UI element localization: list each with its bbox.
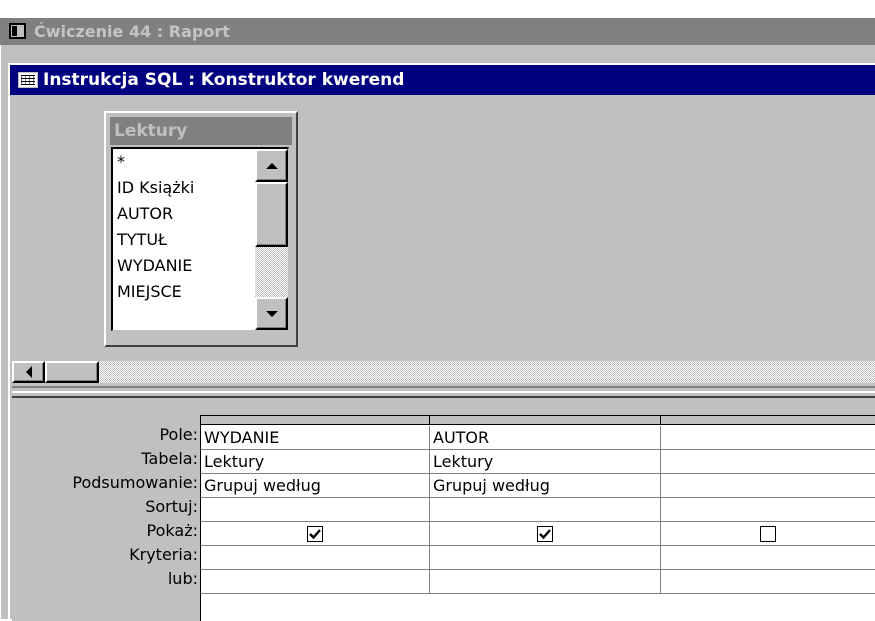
field-list-item[interactable]: MIEJSCE xyxy=(117,281,182,303)
query-designer-window: Instrukcja SQL : Konstruktor kwerend Lek… xyxy=(8,63,875,621)
query-designer-title-bar[interactable]: Instrukcja SQL : Konstruktor kwerend xyxy=(10,65,875,95)
query-grid-pane: Pole: Tabela: Podsumowanie: Sortuj: Pokaż: Kr… xyxy=(12,401,875,621)
grid-row-label: lub: xyxy=(167,569,198,588)
table-cell[interactable]: Lektury xyxy=(201,450,430,474)
scroll-thumb[interactable] xyxy=(255,182,288,247)
report-window-icon[interactable] xyxy=(9,23,26,39)
sort-cell[interactable] xyxy=(661,498,875,522)
pane-splitter[interactable] xyxy=(12,386,875,398)
or-cell[interactable] xyxy=(430,570,661,594)
outer-window-title: Ćwiczenie 44 : Raport xyxy=(34,22,230,41)
field-list-item[interactable]: WYDANIE xyxy=(117,255,192,277)
outer-window-title-bar[interactable]: Ćwiczenie 44 : Raport xyxy=(0,18,875,45)
query-window-icon[interactable] xyxy=(18,72,38,88)
total-cell[interactable]: Grupuj według xyxy=(430,474,661,498)
checkmark-icon xyxy=(309,528,321,539)
criteria-cell[interactable] xyxy=(201,546,430,570)
grid-row-labels: Pole: Tabela: Podsumowanie: Sortuj: Pokaż: Kr… xyxy=(12,401,200,621)
or-cell[interactable] xyxy=(201,570,430,594)
column-selector[interactable] xyxy=(201,416,430,425)
unchecked-checkbox[interactable] xyxy=(760,525,776,542)
table-cell[interactable]: Lektury xyxy=(430,450,661,474)
criteria-cell[interactable] xyxy=(661,546,875,570)
field-list-box[interactable]: * ID Książki AUTOR TYTUŁ WYDANIE MIEJSCE xyxy=(111,147,289,331)
field-list-item[interactable]: ID Książki xyxy=(117,177,194,199)
query-grid[interactable]: WYDANIE Lektury Grupuj według AUTOR Lektury G… xyxy=(200,415,875,621)
field-cell[interactable]: WYDANIE xyxy=(201,426,430,450)
scroll-up-button[interactable] xyxy=(255,149,288,182)
design-area-h-scrollbar[interactable] xyxy=(12,361,875,383)
query-designer-title: Instrukcja SQL : Konstruktor kwerend xyxy=(43,70,405,90)
arrow-down-icon xyxy=(265,310,278,317)
table-cell[interactable] xyxy=(661,450,875,474)
table-design-area[interactable]: Lektury * ID Książki AUTOR TYTUŁ WYDANIE MIEJ… xyxy=(12,97,875,385)
column-selector[interactable] xyxy=(661,416,875,425)
field-list-item[interactable]: AUTOR xyxy=(117,203,173,225)
field-cell[interactable]: AUTOR xyxy=(430,426,661,450)
scroll-left-button[interactable] xyxy=(12,361,45,383)
field-cell[interactable] xyxy=(661,426,875,450)
grid-row-label: Pokaż: xyxy=(146,521,198,540)
checked-checkbox[interactable] xyxy=(307,525,323,542)
grid-row-label: Pole: xyxy=(159,425,198,444)
field-list-item[interactable]: * xyxy=(117,151,125,173)
h-scroll-thumb[interactable] xyxy=(45,361,99,383)
field-list-scrollbar[interactable] xyxy=(255,149,288,330)
criteria-cell[interactable] xyxy=(430,546,661,570)
field-list-title[interactable]: Lektury xyxy=(110,117,292,145)
column-selector[interactable] xyxy=(430,416,661,425)
grid-row-label: Podsumowanie: xyxy=(72,473,198,492)
or-cell[interactable] xyxy=(661,570,875,594)
field-list-item[interactable]: TYTUŁ xyxy=(117,229,167,251)
total-cell[interactable]: Grupuj według xyxy=(201,474,430,498)
show-cell[interactable] xyxy=(661,522,875,546)
arrow-left-icon xyxy=(25,366,32,378)
grid-row-label: Kryteria: xyxy=(129,545,198,564)
show-cell[interactable] xyxy=(430,522,661,546)
field-list-lektury[interactable]: Lektury * ID Książki AUTOR TYTUŁ WYDANIE MIEJ… xyxy=(104,111,298,347)
show-cell[interactable] xyxy=(201,522,430,546)
sort-cell[interactable] xyxy=(201,498,430,522)
grid-row-label: Tabela: xyxy=(141,449,198,468)
scroll-down-button[interactable] xyxy=(255,297,288,330)
checked-checkbox[interactable] xyxy=(537,525,553,542)
total-cell[interactable] xyxy=(661,474,875,498)
grid-row-label: Sortuj: xyxy=(145,497,198,516)
checkmark-icon xyxy=(539,528,551,539)
sort-cell[interactable] xyxy=(430,498,661,522)
arrow-up-icon xyxy=(265,162,278,169)
